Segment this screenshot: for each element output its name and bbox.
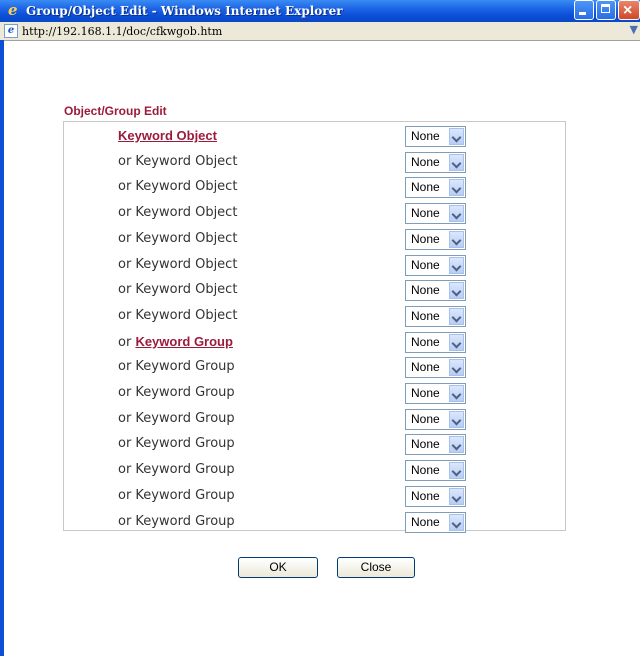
close-window-button[interactable]: × [618,0,640,20]
ie-page-icon: e [4,24,18,38]
row-label: or Keyword Object [118,231,237,246]
maximize-button[interactable] [596,0,616,20]
row-select-value: None [411,489,440,503]
chevron-down-icon[interactable] [449,257,464,274]
chevron-down-icon[interactable] [449,231,464,248]
row-link[interactable]: Keyword Object [118,128,217,143]
row-select[interactable]: None [405,126,466,147]
row-select[interactable]: None [405,434,466,455]
chevron-down-icon[interactable] [449,411,464,428]
row-select-value: None [411,232,440,246]
row-prefix: or [118,335,136,350]
row-select[interactable]: None [405,486,466,507]
row-text: or Keyword Group [118,385,235,400]
row-select-value: None [411,283,440,297]
row-label: or Keyword Object [118,205,237,220]
row-select[interactable]: None [405,409,466,430]
chevron-down-icon[interactable] [449,462,464,479]
chevron-down-icon[interactable] [449,154,464,171]
close-icon: × [623,2,633,19]
row-select[interactable]: None [405,229,466,250]
row-text: or Keyword Group [118,488,235,503]
row-select-value: None [411,129,440,143]
row-text: or Keyword Object [118,179,238,194]
row-select[interactable]: None [405,255,466,276]
address-url[interactable]: http://192.168.1.1/doc/cfkwgob.htm [22,25,222,38]
row-select[interactable]: None [405,280,466,301]
chevron-down-icon[interactable] [449,359,464,376]
row-select[interactable]: None [405,203,466,224]
row-text: or Keyword Object [118,231,238,246]
row-select[interactable]: None [405,460,466,481]
row-label: or Keyword Object [118,308,237,323]
row-text: or Keyword Group [118,514,235,529]
chevron-down-icon[interactable] [449,385,464,402]
row-text: or Keyword Object [118,308,238,323]
row-text: or Keyword Group [118,359,235,374]
row-label: or Keyword Group [118,334,233,350]
close-button[interactable]: Close [337,557,415,578]
row-label: or Keyword Object [118,179,237,194]
row-select-value: None [411,463,440,477]
chevron-down-icon[interactable] [449,488,464,505]
row-text: or Keyword Group [118,411,235,426]
row-select[interactable]: None [405,383,466,404]
chevron-down-icon[interactable] [449,128,464,145]
row-select-value: None [411,258,440,272]
minimize-button[interactable] [574,0,594,20]
chevron-down-icon[interactable] [449,308,464,325]
row-text: or Keyword Object [118,205,238,220]
row-label: or Keyword Group [118,359,235,374]
row-link[interactable]: Keyword Group [135,334,233,349]
row-select[interactable]: None [405,152,466,173]
row-label: or Keyword Group [118,514,235,529]
row-select-value: None [411,412,440,426]
row-select[interactable]: None [405,177,466,198]
row-text: or Keyword Object [118,154,238,169]
row-text: or Keyword Group [118,436,235,451]
row-select-value: None [411,360,440,374]
window-title: Group/Object Edit - Windows Internet Exp… [26,4,343,18]
chevron-down-icon[interactable] [449,179,464,196]
chevron-down-icon[interactable]: ▼ [630,23,638,36]
row-select-value: None [411,437,440,451]
row-label: or Keyword Group [118,462,235,477]
chevron-down-icon[interactable] [449,436,464,453]
row-text: or Keyword Group [118,462,235,477]
window-title-bar: e Group/Object Edit - Windows Internet E… [0,0,640,23]
row-select-value: None [411,335,440,349]
row-label: or Keyword Group [118,488,235,503]
row-select-value: None [411,155,440,169]
row-select-value: None [411,309,440,323]
row-select[interactable]: None [405,332,466,353]
chevron-down-icon[interactable] [449,514,464,531]
row-select-value: None [411,515,440,529]
row-select[interactable]: None [405,357,466,378]
window-frame-left [0,40,4,656]
ok-button[interactable]: OK [238,557,318,578]
chevron-down-icon[interactable] [449,205,464,222]
row-label: or Keyword Group [118,385,235,400]
row-select[interactable]: None [405,512,466,533]
ie-icon: e [8,1,18,19]
row-label: or Keyword Group [118,411,235,426]
page-title: Object/Group Edit [64,104,167,118]
row-label: or Keyword Object [118,257,237,272]
chevron-down-icon[interactable] [449,334,464,351]
row-label: or Keyword Object [118,154,237,169]
row-text: or Keyword Object [118,282,238,297]
row-select[interactable]: None [405,306,466,327]
row-text: or Keyword Object [118,257,238,272]
row-select-value: None [411,180,440,194]
row-label: or Keyword Object [118,282,237,297]
row-label: Keyword Object [118,128,217,144]
address-bar: e http://192.168.1.1/doc/cfkwgob.htm ▼ [0,22,640,41]
row-select-value: None [411,206,440,220]
row-select-value: None [411,386,440,400]
chevron-down-icon[interactable] [449,282,464,299]
row-label: or Keyword Group [118,436,235,451]
